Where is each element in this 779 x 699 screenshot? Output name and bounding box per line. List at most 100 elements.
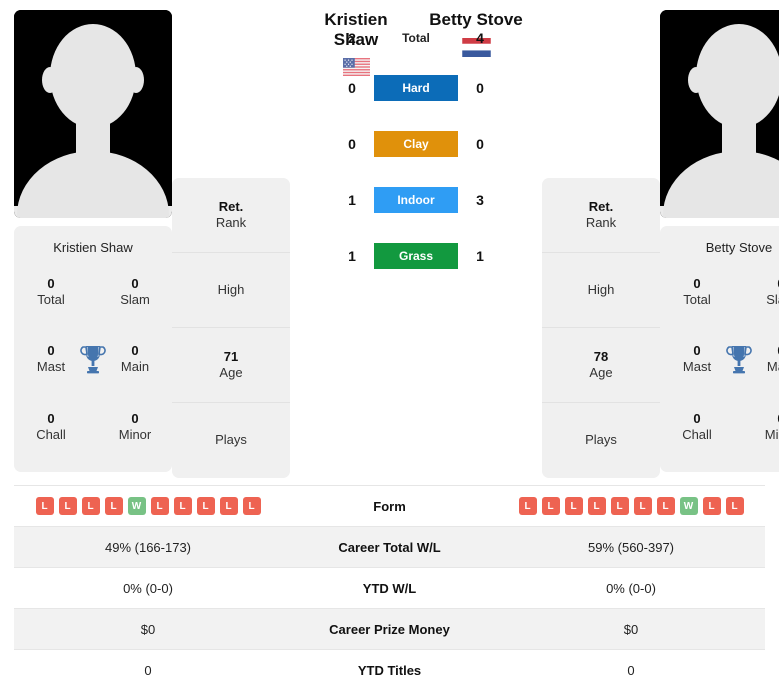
- left-titles-chall: 0 Chall: [36, 411, 66, 444]
- right-info-plays: Plays: [542, 403, 660, 478]
- right-info-high: High: [542, 253, 660, 328]
- right-form-badge-7[interactable]: L: [656, 497, 675, 515]
- right-form-badge-6[interactable]: L: [633, 497, 652, 515]
- left-info-plays: Plays: [172, 403, 290, 478]
- left-form-badge-1[interactable]: L: [35, 497, 54, 515]
- table-row-career-total-wl: 49% (166-173) Career Total W/L 59% (560-…: [14, 526, 765, 567]
- head-to-head-column: Kristien Shaw Betty Stove 2 Total 4 0 Ha…: [290, 10, 542, 298]
- right-player-photo: [660, 10, 779, 218]
- left-titles-total-label: Total: [37, 291, 65, 307]
- career-prize-money-label: Career Prize Money: [329, 621, 450, 637]
- right-titles-main: 0 Main: [767, 343, 779, 376]
- left-titles-slam: 0 Slam: [120, 276, 150, 309]
- career-total-wl-label: Career Total W/L: [338, 539, 441, 555]
- right-form-badge-1[interactable]: L: [518, 497, 537, 515]
- right-titles-minor-value: 0: [765, 411, 779, 427]
- left-titles-total-value: 0: [47, 275, 55, 291]
- table-row-form-label: Form: [373, 498, 406, 514]
- left-info-high: High: [172, 253, 290, 328]
- player-comparison-page: Kristien Shaw 0 Total 0 Slam 0 Mast 0 Ma…: [0, 0, 779, 699]
- left-form-badge-2[interactable]: L: [58, 497, 77, 515]
- left-titles-slam-value: 0: [131, 275, 139, 291]
- h2h-hard-right-score: 0: [476, 80, 484, 97]
- h2h-row-total: 2 Total 4: [296, 24, 536, 52]
- right-form-badge-5[interactable]: L: [610, 497, 629, 515]
- left-info-rank: Ret. Rank: [172, 178, 290, 253]
- right-info-rank-value: Ret.: [588, 198, 614, 214]
- career-prize-money-right: $0: [623, 621, 639, 637]
- left-form-badge-10[interactable]: L: [242, 497, 261, 515]
- right-titles-grid: 0 Total 0 Slam 0 Mast: [668, 259, 779, 460]
- career-total-wl-left: 49% (166-173): [105, 539, 191, 555]
- left-titles-chall-value: 0: [47, 410, 55, 426]
- left-player-card-name: Kristien Shaw: [53, 240, 133, 255]
- h2h-clay-right-score: 0: [476, 136, 484, 153]
- surface-pill-hard[interactable]: Hard: [374, 75, 458, 102]
- left-titles-chall-label: Chall: [36, 427, 66, 443]
- right-titles-slam: 0 Slam: [766, 276, 779, 309]
- avatar-silhouette-icon: [14, 10, 172, 218]
- left-form-badge-5[interactable]: W: [127, 497, 146, 515]
- left-titles-minor-value: 0: [131, 410, 139, 426]
- right-form-badge-3[interactable]: L: [564, 497, 583, 515]
- left-titles-main-value: 0: [131, 343, 139, 359]
- left-form-badge-6[interactable]: L: [150, 497, 169, 515]
- left-player-titles-card: Kristien Shaw 0 Total 0 Slam 0 Mast 0 Ma…: [14, 226, 172, 472]
- ytd-wl-right: 0% (0-0): [606, 580, 656, 596]
- right-titles-chall-value: 0: [693, 410, 701, 426]
- right-player-info-column: Ret. Rank High 78 Age Plays: [542, 178, 660, 478]
- left-info-age-value: 71: [223, 348, 239, 364]
- left-form-badge-4[interactable]: L: [104, 497, 123, 515]
- right-titles-total-value: 0: [693, 275, 701, 291]
- ytd-titles-label: YTD Titles: [357, 662, 422, 678]
- form-right-cell: LLLLLLLWLL: [497, 497, 765, 515]
- surface-pill-indoor[interactable]: Indoor: [374, 187, 458, 214]
- left-titles-minor: 0 Minor: [119, 411, 152, 444]
- right-form-badge-8[interactable]: W: [679, 497, 698, 515]
- table-row-form: LLLLWLLLLL Form LLLLLLLWLL: [14, 485, 765, 526]
- table-row-ytd-wl: 0% (0-0) YTD W/L 0% (0-0): [14, 567, 765, 608]
- right-titles-slam-value: 0: [766, 276, 779, 292]
- right-info-age-value: 78: [593, 348, 609, 364]
- right-info-rank: Ret. Rank: [542, 178, 660, 253]
- right-form-badge-2[interactable]: L: [541, 497, 560, 515]
- ytd-titles-left: 0: [144, 662, 152, 678]
- right-titles-mast-label: Mast: [682, 359, 712, 375]
- right-form-badge-9[interactable]: L: [702, 497, 721, 515]
- h2h-row-clay: 0 Clay 0: [296, 130, 536, 158]
- left-player-column: Kristien Shaw 0 Total 0 Slam 0 Mast 0 Ma…: [14, 10, 172, 472]
- h2h-row-hard: 0 Hard 0: [296, 74, 536, 102]
- left-info-age-label: Age: [219, 365, 243, 380]
- right-titles-mast-value: 0: [693, 343, 701, 359]
- h2h-indoor-left-score: 1: [348, 192, 356, 209]
- left-titles-main-label: Main: [120, 359, 150, 375]
- right-titles-chall-label: Chall: [682, 427, 712, 443]
- right-titles-main-label: Main: [766, 359, 779, 375]
- surface-pill-grass[interactable]: Grass: [374, 243, 458, 270]
- h2h-total-label: Total: [402, 31, 430, 46]
- right-info-rank-label: Rank: [585, 215, 617, 230]
- left-form-badge-9[interactable]: L: [219, 497, 238, 515]
- h2h-grass-left-score: 1: [348, 248, 356, 265]
- left-player-info-column: Ret. Rank High 71 Age Plays: [172, 178, 290, 478]
- right-player-card-name: Betty Stove: [705, 240, 773, 255]
- right-titles-mast: 0 Mast: [683, 343, 711, 376]
- left-info-age: 71 Age: [172, 328, 290, 403]
- right-form-badge-4[interactable]: L: [587, 497, 606, 515]
- h2h-row-indoor: 1 Indoor 3: [296, 186, 536, 214]
- right-form-strip: LLLLLLLWLL: [518, 497, 744, 515]
- left-titles-grid: 0 Total 0 Slam 0 Mast 0 Main 0 Chall 0 M…: [22, 259, 164, 460]
- right-titles-minor: 0 Minor: [765, 411, 779, 444]
- ytd-wl-left: 0% (0-0): [123, 580, 173, 596]
- right-info-age-label: Age: [589, 365, 613, 380]
- surface-pill-clay[interactable]: Clay: [374, 131, 458, 158]
- right-form-badge-10[interactable]: L: [725, 497, 744, 515]
- left-form-badge-3[interactable]: L: [81, 497, 100, 515]
- left-form-badge-7[interactable]: L: [173, 497, 192, 515]
- left-info-rank-label: Rank: [215, 215, 247, 230]
- left-form-badge-8[interactable]: L: [196, 497, 215, 515]
- left-info-plays-label: Plays: [215, 432, 247, 448]
- table-row-ytd-titles: 0 YTD Titles 0: [14, 649, 765, 690]
- table-row-career-prize-money: $0 Career Prize Money $0: [14, 608, 765, 649]
- comparison-stats-table: LLLLWLLLLL Form LLLLLLLWLL 49% (166-173)…: [14, 485, 765, 690]
